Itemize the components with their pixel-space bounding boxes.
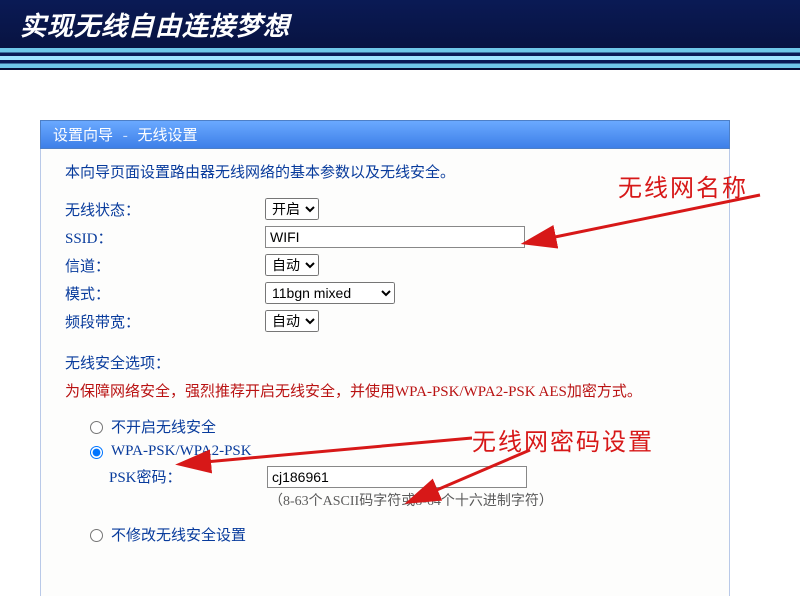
radio-security-off[interactable] xyxy=(90,421,103,434)
radio-security-wpa[interactable] xyxy=(90,446,103,459)
label-bandwidth: 频段带宽： xyxy=(65,311,265,332)
label-security-off: 不开启无线安全 xyxy=(111,416,216,437)
panel-title-sep: - xyxy=(123,128,128,144)
banner-slogan: 实现无线自由连接梦想 xyxy=(20,6,290,43)
label-psk: PSK密码： xyxy=(109,466,267,487)
select-wireless-state[interactable]: 开启 xyxy=(265,198,319,220)
panel-title-a: 设置向导 xyxy=(53,128,113,144)
label-wireless-state: 无线状态： xyxy=(65,199,265,220)
banner-streak xyxy=(0,48,800,68)
input-psk[interactable] xyxy=(267,466,527,488)
top-banner: 实现无线自由连接梦想 xyxy=(0,0,800,70)
label-channel: 信道： xyxy=(65,255,265,276)
label-mode: 模式： xyxy=(65,283,265,304)
label-security-keep: 不修改无线安全设置 xyxy=(111,524,246,545)
psk-hint: （8-63个ASCII码字符或8-64个十六进制字符） xyxy=(269,490,705,510)
wizard-panel: 设置向导 - 无线设置 本向导页面设置路由器无线网络的基本参数以及无线安全。 无… xyxy=(40,120,730,596)
select-bandwidth[interactable]: 自动 xyxy=(265,310,319,332)
panel-intro: 本向导页面设置路由器无线网络的基本参数以及无线安全。 xyxy=(65,161,705,182)
panel-title-b: 无线设置 xyxy=(138,128,198,144)
radio-security-keep[interactable] xyxy=(90,529,103,542)
panel-title: 设置向导 - 无线设置 xyxy=(40,120,730,149)
select-mode[interactable]: 11bgn mixed xyxy=(265,282,395,304)
input-ssid[interactable] xyxy=(265,226,525,248)
panel-body: 本向导页面设置路由器无线网络的基本参数以及无线安全。 无线状态： 开启 SSID… xyxy=(40,149,730,596)
security-note: 为保障网络安全，强烈推荐开启无线安全，并使用WPA-PSK/WPA2-PSK A… xyxy=(65,381,705,404)
label-security-wpa: WPA-PSK/WPA2-PSK xyxy=(111,443,252,460)
label-ssid: SSID： xyxy=(65,227,265,248)
security-heading: 无线安全选项： xyxy=(65,352,705,373)
select-channel[interactable]: 自动 xyxy=(265,254,319,276)
